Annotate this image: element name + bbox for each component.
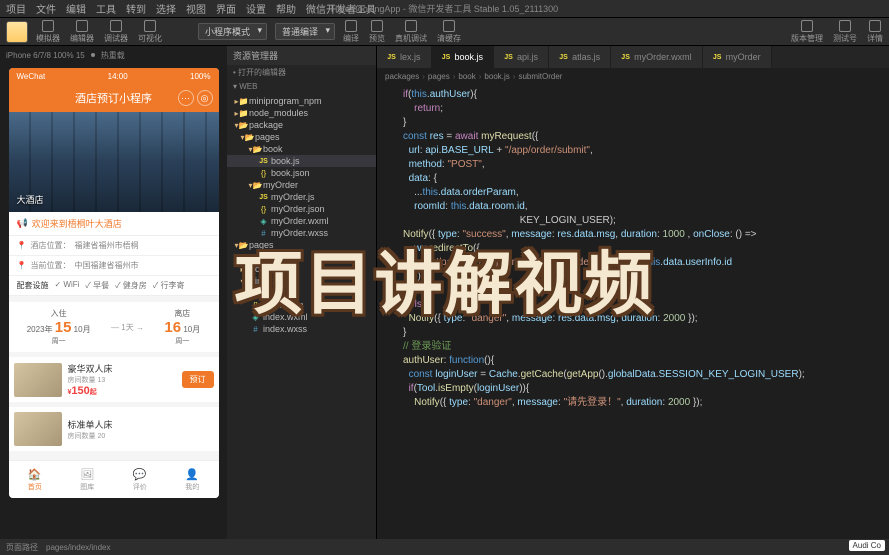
app-title: 酒店预订小程序 bbox=[75, 90, 152, 106]
tree-item[interactable]: {}myOrder.json bbox=[227, 203, 376, 215]
tree-item[interactable]: ▾📂book bbox=[227, 143, 376, 155]
tree-item[interactable]: ▾📂pages bbox=[227, 239, 376, 251]
mode-button[interactable]: 模拟器 bbox=[36, 20, 60, 44]
code-area[interactable]: if(this.authUser){ return;}const res = a… bbox=[377, 84, 889, 539]
tree-item[interactable]: ▸📁comment bbox=[227, 263, 376, 275]
menu-item[interactable]: 转到 bbox=[126, 1, 146, 16]
room-card[interactable]: 豪华双人床房间数量 13¥150起预订 bbox=[9, 357, 219, 402]
menu-item[interactable]: 界面 bbox=[216, 1, 236, 16]
mode-button[interactable]: 编辑器 bbox=[70, 20, 94, 44]
amenity: ✓ 早餐 bbox=[85, 280, 109, 291]
tree-item[interactable]: JSmyOrder.js bbox=[227, 191, 376, 203]
tree-item[interactable]: ▸📁miniprogram_npm bbox=[227, 95, 376, 107]
tree-item[interactable]: #index.wxss bbox=[227, 323, 376, 335]
close-icon[interactable]: ◎ bbox=[197, 90, 213, 106]
simulator-panel: iPhone 6/7/8 100% 15 热重载 WeChat 14:00 10… bbox=[0, 46, 227, 539]
clock: 14:00 bbox=[108, 72, 128, 81]
compile-mode-dropdown[interactable]: 小程序模式 bbox=[198, 23, 267, 40]
phone-simulator: WeChat 14:00 100% 酒店预订小程序 ⋯ ◎ 大酒店 📢 欢迎来到… bbox=[9, 68, 219, 498]
menu-item[interactable]: 帮助 bbox=[276, 1, 296, 16]
editor-tab[interactable]: JSlex.js bbox=[377, 46, 432, 68]
watermark: Audi Co bbox=[849, 540, 885, 551]
hotel-name: 大酒店 bbox=[17, 193, 44, 206]
welcome-banner: 📢 欢迎来到梧桐叶大酒店 bbox=[9, 212, 219, 236]
tree-item[interactable]: ▾📂package bbox=[227, 119, 376, 131]
avatar[interactable] bbox=[6, 21, 28, 43]
action-button[interactable]: 预览 bbox=[369, 20, 385, 44]
hot-reload-label: 热重载 bbox=[101, 50, 125, 61]
action-button[interactable]: 清缓存 bbox=[437, 20, 461, 44]
tabbar-item[interactable]: 🖼图库 bbox=[61, 461, 114, 498]
menu-item[interactable]: 视图 bbox=[186, 1, 206, 16]
amenity: ✓ 健身房 bbox=[115, 280, 147, 291]
tree-item[interactable]: JSbook.js bbox=[227, 155, 376, 167]
right-button[interactable]: 详情 bbox=[867, 20, 883, 44]
tree-item[interactable]: {}book.json bbox=[227, 167, 376, 179]
date-picker[interactable]: 入住 2023年 15 10月 周一 — 1天 → 离店 16 10月 周一 bbox=[9, 302, 219, 352]
amenity: 配套设施 bbox=[17, 280, 49, 291]
tabbar-item[interactable]: 🏠首页 bbox=[9, 461, 62, 498]
right-button[interactable]: 测试号 bbox=[833, 20, 857, 44]
tree-item[interactable]: ▸📁atlas bbox=[227, 251, 376, 263]
menu-icon[interactable]: ⋯ bbox=[178, 90, 194, 106]
window-title: HotelBookingApp - 微信开发者工具 Stable 1.05_21… bbox=[331, 2, 558, 15]
toolbar: 模拟器编辑器调试器可视化 小程序模式 普通编译 编译预览真机调试清缓存 版本管理… bbox=[0, 18, 889, 46]
battery: 100% bbox=[190, 72, 210, 81]
open-editors-label[interactable]: • 打开的编辑器 bbox=[227, 65, 376, 80]
menu-item[interactable]: 选择 bbox=[156, 1, 176, 16]
book-button[interactable]: 预订 bbox=[182, 371, 214, 388]
compile-dropdown[interactable]: 普通编译 bbox=[275, 23, 335, 40]
mode-button[interactable]: 可视化 bbox=[138, 20, 162, 44]
speaker-icon: 📢 bbox=[17, 218, 28, 229]
action-button[interactable]: 真机调试 bbox=[395, 20, 427, 44]
editor-tab[interactable]: JSmyOrder bbox=[703, 46, 772, 68]
room-image bbox=[14, 412, 62, 446]
tree-item[interactable]: ▾📂myOrder bbox=[227, 179, 376, 191]
statusbar: 页面路径 pages/index/index bbox=[0, 539, 889, 555]
carrier: WeChat bbox=[17, 72, 46, 81]
room-card[interactable]: 标准单人床房间数量 20 bbox=[9, 407, 219, 451]
pin-icon: 📍 bbox=[17, 261, 27, 270]
tabbar-item[interactable]: 👤我的 bbox=[166, 461, 219, 498]
tree-item[interactable]: ◈myOrder.wxml bbox=[227, 215, 376, 227]
editor-tab[interactable]: JSmyOrder.wxml bbox=[611, 46, 703, 68]
editor-tab[interactable]: JSapi.js bbox=[494, 46, 549, 68]
menu-item[interactable]: 编辑 bbox=[66, 1, 86, 16]
menu-item[interactable]: 文件 bbox=[36, 1, 56, 16]
editor-tab[interactable]: JSatlas.js bbox=[549, 46, 611, 68]
editor-tab[interactable]: JSbook.js bbox=[432, 46, 495, 68]
menu-item[interactable]: 项目 bbox=[6, 1, 26, 16]
right-button[interactable]: 版本管理 bbox=[791, 20, 823, 44]
amenity: ✓ WiFi bbox=[55, 280, 80, 291]
tree-item[interactable]: ▾📂pages bbox=[227, 131, 376, 143]
mode-button[interactable]: 调试器 bbox=[104, 20, 128, 44]
tree-item[interactable]: #myOrder.wxss bbox=[227, 227, 376, 239]
file-explorer: 资源管理器 • 打开的编辑器 ▾ WEB ▸📁miniprogram_npm▸📁… bbox=[227, 46, 377, 539]
root-folder[interactable]: ▾ WEB bbox=[227, 80, 376, 93]
device-label: iPhone 6/7/8 100% 15 bbox=[6, 51, 85, 60]
tree-item[interactable]: JSindex.js bbox=[227, 287, 376, 299]
menu-item[interactable]: 设置 bbox=[246, 1, 266, 16]
code-editor: JSlex.jsJSbook.jsJSapi.jsJSatlas.jsJSmyO… bbox=[377, 46, 889, 539]
tabbar-item[interactable]: 💬评价 bbox=[114, 461, 167, 498]
action-button[interactable]: 编译 bbox=[343, 20, 359, 44]
explorer-title: 资源管理器 bbox=[227, 46, 376, 65]
hero-image: 大酒店 bbox=[9, 112, 219, 212]
menubar: 项目文件编辑工具转到选择视图界面设置帮助微信开发者工具 HotelBooking… bbox=[0, 0, 889, 18]
tree-item[interactable]: ▸📁node_modules bbox=[227, 107, 376, 119]
menu-item[interactable]: 工具 bbox=[96, 1, 116, 16]
tree-item[interactable]: ▾📂index bbox=[227, 275, 376, 287]
amenity: ✓ 行李寄 bbox=[153, 280, 185, 291]
room-image bbox=[14, 363, 62, 397]
pin-icon: 📍 bbox=[17, 241, 27, 250]
tree-item[interactable]: ◈index.wxml bbox=[227, 311, 376, 323]
tree-item[interactable]: {}index.json bbox=[227, 299, 376, 311]
